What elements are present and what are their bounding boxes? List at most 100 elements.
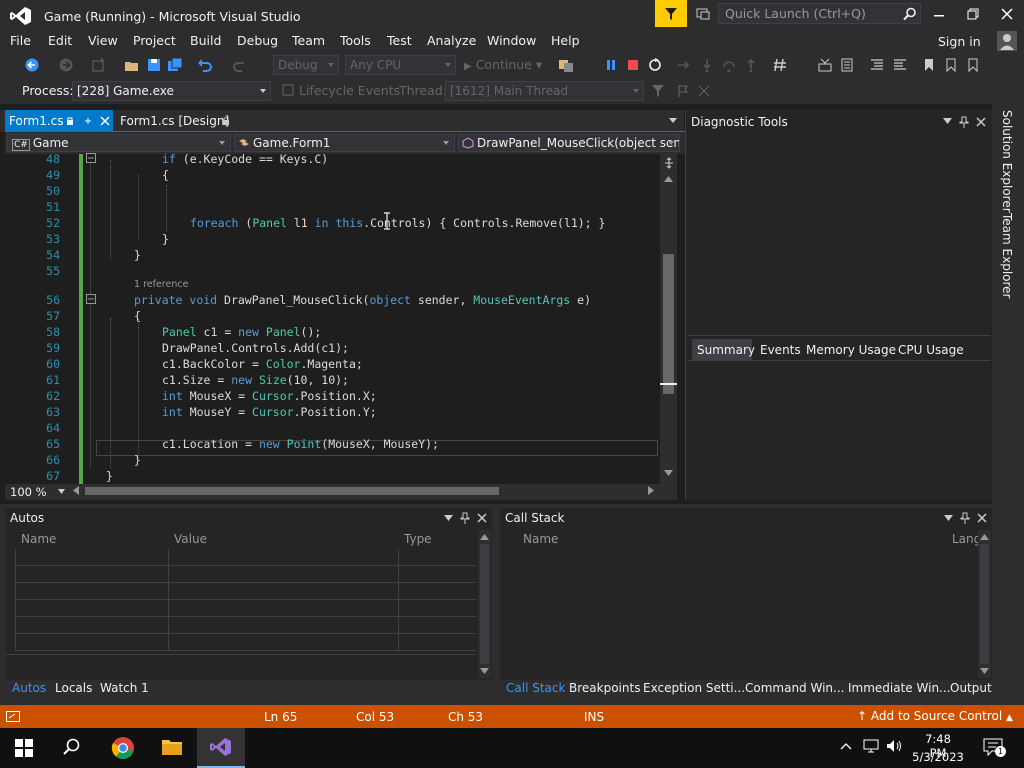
windows-start-icon[interactable] xyxy=(15,739,33,757)
solution-explorer-icon[interactable] xyxy=(839,57,855,73)
menu-build[interactable]: Build xyxy=(190,33,221,48)
account-avatar-icon[interactable] xyxy=(997,31,1017,51)
comment-lines-icon[interactable] xyxy=(869,57,885,73)
editor-vertical-scrollbar[interactable] xyxy=(660,154,677,484)
process-dropdown[interactable]: [228] Game.exe xyxy=(72,81,271,101)
horizontal-scroll-thumb[interactable] xyxy=(85,487,499,495)
code-editor[interactable] xyxy=(5,154,685,484)
panel-menu-icon[interactable] xyxy=(944,515,953,521)
undo-icon[interactable] xyxy=(197,57,213,73)
split-window-icon[interactable] xyxy=(664,157,674,169)
scroll-down-icon[interactable] xyxy=(480,668,489,674)
pin-icon[interactable] xyxy=(460,512,470,524)
prev-bookmark-icon[interactable] xyxy=(943,57,959,73)
project-dropdown[interactable]: C# Game xyxy=(7,134,231,152)
scroll-down-icon[interactable] xyxy=(980,668,989,674)
close-panel-icon[interactable] xyxy=(976,512,988,524)
menu-team[interactable]: Team xyxy=(292,33,325,48)
class-dropdown[interactable]: Game.Form1 xyxy=(234,134,455,152)
tab-form1-cs[interactable]: Form1.cs xyxy=(5,110,113,132)
autos-grid[interactable] xyxy=(15,549,476,651)
menu-window[interactable]: Window xyxy=(487,33,536,48)
new-project-icon[interactable] xyxy=(90,57,106,73)
break-all-icon[interactable] xyxy=(603,57,619,73)
tab-overflow-icon[interactable] xyxy=(668,117,678,125)
stop-debugging-icon[interactable] xyxy=(625,57,641,73)
output-window-icon[interactable] xyxy=(6,711,20,722)
redo-icon[interactable] xyxy=(232,57,248,73)
member-dropdown[interactable]: DrawPanel_MouseClick(object sender xyxy=(458,134,680,152)
tab-cpu-usage[interactable]: CPU Usage xyxy=(898,343,964,357)
step-into-icon[interactable] xyxy=(699,57,715,73)
bookmark-icon[interactable] xyxy=(921,57,937,73)
panel-menu-icon[interactable] xyxy=(943,118,952,124)
pin-icon[interactable] xyxy=(959,116,969,128)
codelens-reference[interactable]: 1 reference xyxy=(134,279,188,290)
thread-dropdown[interactable]: [1612] Main Thread xyxy=(445,81,644,101)
continue-button[interactable]: ▶ Continue ▾ xyxy=(464,57,542,72)
hex-display-icon[interactable] xyxy=(772,57,788,73)
close-panel-icon[interactable] xyxy=(476,512,488,524)
menu-debug[interactable]: Debug xyxy=(237,33,278,48)
column-name[interactable]: Name xyxy=(21,532,56,546)
tab-call-stack[interactable]: Call Stack xyxy=(506,681,565,695)
scroll-down-icon[interactable] xyxy=(664,470,673,476)
navigate-back-icon[interactable] xyxy=(24,57,40,73)
collapse-icon[interactable] xyxy=(86,294,96,304)
tab-autos[interactable]: Autos xyxy=(12,681,46,695)
filter-icon[interactable] xyxy=(651,84,665,98)
add-to-source-control-button[interactable]: ↑ Add to Source Control ▲ xyxy=(857,709,1013,723)
network-icon[interactable] xyxy=(863,739,881,753)
chevron-up-icon[interactable] xyxy=(840,742,852,750)
column-lang[interactable]: Lang xyxy=(952,532,981,546)
tab-watch-1[interactable]: Watch 1 xyxy=(100,681,149,695)
close-panel-icon[interactable] xyxy=(975,116,987,128)
column-value[interactable]: Value xyxy=(174,532,207,546)
minimize-icon[interactable] xyxy=(930,8,948,22)
tab-command-window[interactable]: Command Win... xyxy=(745,681,844,695)
restore-icon[interactable] xyxy=(964,7,982,21)
collapse-icon[interactable] xyxy=(86,153,96,163)
scroll-left-icon[interactable] xyxy=(73,486,79,495)
column-type[interactable]: Type xyxy=(404,532,432,546)
tab-events[interactable]: Events xyxy=(760,343,801,357)
scroll-thumb[interactable] xyxy=(980,544,989,664)
open-file-icon[interactable] xyxy=(124,57,140,73)
save-icon[interactable] xyxy=(146,57,162,73)
lifecycle-events-dropdown[interactable]: Lifecycle Events xyxy=(299,83,400,98)
scroll-right-icon[interactable] xyxy=(648,486,654,495)
close-tab-icon[interactable] xyxy=(99,115,111,127)
menu-help[interactable]: Help xyxy=(551,33,580,48)
solution-configuration-dropdown[interactable]: Debug xyxy=(273,55,339,75)
clock-date[interactable]: 5/3/2023 xyxy=(912,750,964,764)
tab-form1-design[interactable]: Form1.cs [Design] xyxy=(114,110,236,132)
scroll-up-icon[interactable] xyxy=(664,176,673,182)
uncomment-lines-icon[interactable] xyxy=(892,57,908,73)
scroll-up-icon[interactable] xyxy=(480,534,489,540)
visual-studio-taskbar-button[interactable] xyxy=(197,728,245,768)
notifications-icon[interactable] xyxy=(695,6,711,22)
tab-locals[interactable]: Locals xyxy=(55,681,92,695)
call-stack-scrollbar[interactable] xyxy=(978,530,991,678)
menu-project[interactable]: Project xyxy=(133,33,176,48)
side-tab-solution-explorer[interactable]: Solution Explorer xyxy=(1000,110,1014,213)
zoom-level[interactable]: 100 % xyxy=(10,485,47,499)
scroll-up-icon[interactable] xyxy=(980,534,989,540)
flag-threads-icon[interactable] xyxy=(676,84,690,98)
show-next-statement-icon[interactable] xyxy=(676,57,692,73)
menu-edit[interactable]: Edit xyxy=(48,33,72,48)
tab-memory-usage[interactable]: Memory Usage xyxy=(806,343,896,357)
lifecycle-events-icon[interactable] xyxy=(558,57,574,73)
tab-exception-settings[interactable]: Exception Setti... xyxy=(643,681,745,695)
menu-tools[interactable]: Tools xyxy=(340,33,371,48)
zoom-dropdown-icon[interactable] xyxy=(58,489,65,495)
navigate-forward-icon[interactable] xyxy=(58,57,74,73)
chrome-icon[interactable] xyxy=(111,736,135,760)
tab-immediate-window[interactable]: Immediate Win... xyxy=(848,681,951,695)
tab-summary[interactable]: Summary xyxy=(692,339,755,361)
close-window-icon[interactable] xyxy=(998,7,1016,21)
menu-view[interactable]: View xyxy=(88,33,118,48)
save-all-icon[interactable] xyxy=(167,57,183,73)
tab-breakpoints[interactable]: Breakpoints xyxy=(569,681,640,695)
tab-output[interactable]: Output xyxy=(950,681,992,695)
